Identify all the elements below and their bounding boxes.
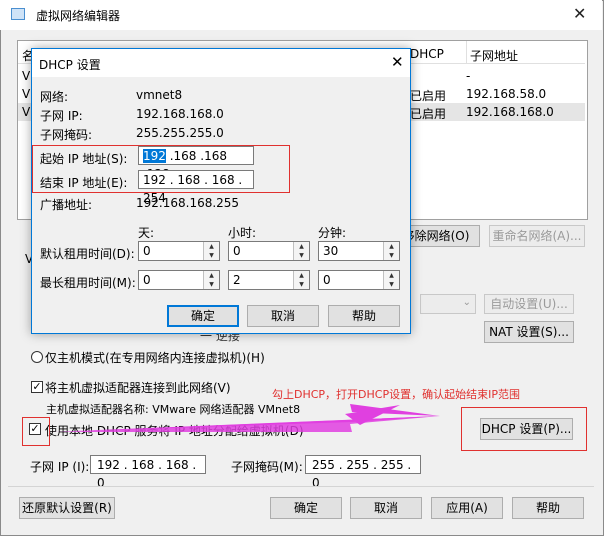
subnet-ip-value: 192.168.168.0 — [136, 107, 224, 121]
default-lease-hours-spinner[interactable]: 0 ▲ ▼ — [228, 241, 310, 261]
minutes-label: 分钟: — [318, 226, 347, 240]
max-lease-hours-spinner[interactable]: 2 ▲ ▼ — [228, 270, 310, 290]
dialog-help-button[interactable]: 帮助 — [328, 305, 400, 327]
max-lease-label: 最长租用时间(M): — [40, 276, 136, 290]
network-value: vmnet8 — [136, 88, 183, 102]
subnet-mask-value: 255.255.255.0 — [136, 126, 224, 140]
default-lease-label: 默认租用时间(D): — [40, 247, 135, 261]
spin-up-icon[interactable]: ▲ — [293, 242, 309, 251]
spin-down-icon[interactable]: ▼ — [383, 280, 399, 289]
subnet-mask-label: 子网掩码: — [40, 128, 93, 142]
spinner-value: 0 — [143, 244, 151, 258]
max-lease-days-spinner[interactable]: 0 ▲ ▼ — [138, 270, 220, 290]
max-lease-minutes-spinner[interactable]: 0 ▲ ▼ — [318, 270, 400, 290]
days-label: 天: — [138, 226, 155, 240]
broadcast-label: 广播地址: — [40, 198, 93, 212]
end-ip-label: 结束 IP 地址(E): — [40, 176, 128, 190]
spinner-value: 2 — [233, 273, 241, 287]
spin-down-icon[interactable]: ▼ — [293, 251, 309, 260]
default-lease-minutes-spinner[interactable]: 30 ▲ ▼ — [318, 241, 400, 261]
spin-down-icon[interactable]: ▼ — [293, 280, 309, 289]
network-label: 网络: — [40, 90, 69, 104]
start-ip-selected: 192 — [143, 149, 166, 163]
hours-label: 小时: — [228, 226, 257, 240]
close-icon[interactable]: ✕ — [391, 53, 404, 71]
dialog-title: DHCP 设置 — [39, 58, 101, 72]
default-lease-days-spinner[interactable]: 0 ▲ ▼ — [138, 241, 220, 261]
spin-down-icon[interactable]: ▼ — [383, 251, 399, 260]
spin-down-icon[interactable]: ▼ — [203, 280, 219, 289]
subnet-ip-label: 子网 IP: — [40, 109, 83, 123]
spin-up-icon[interactable]: ▲ — [293, 271, 309, 280]
start-ip-input[interactable]: 192 .168 .168 .128 — [138, 146, 254, 181]
end-ip-input[interactable]: 192 . 168 . 168 . 254 — [138, 170, 254, 205]
spin-up-icon[interactable]: ▲ — [203, 242, 219, 251]
spin-up-icon[interactable]: ▲ — [383, 242, 399, 251]
spinner-value: 0 — [143, 273, 151, 287]
dialog-ok-button[interactable]: 确定 — [167, 305, 239, 327]
dialog-cancel-button[interactable]: 取消 — [247, 305, 319, 327]
start-ip-label: 起始 IP 地址(S): — [40, 152, 128, 166]
spin-down-icon[interactable]: ▼ — [203, 251, 219, 260]
spinner-value: 30 — [323, 244, 339, 258]
spin-up-icon[interactable]: ▲ — [203, 271, 219, 280]
spin-up-icon[interactable]: ▲ — [383, 271, 399, 280]
spinner-value: 0 — [323, 273, 331, 287]
broadcast-value: 192.168.168.255 — [136, 196, 240, 210]
spinner-value: 0 — [233, 244, 241, 258]
dhcp-settings-dialog: DHCP 设置 ✕ 网络: vmnet8 子网 IP: 192.168.168.… — [31, 48, 411, 334]
